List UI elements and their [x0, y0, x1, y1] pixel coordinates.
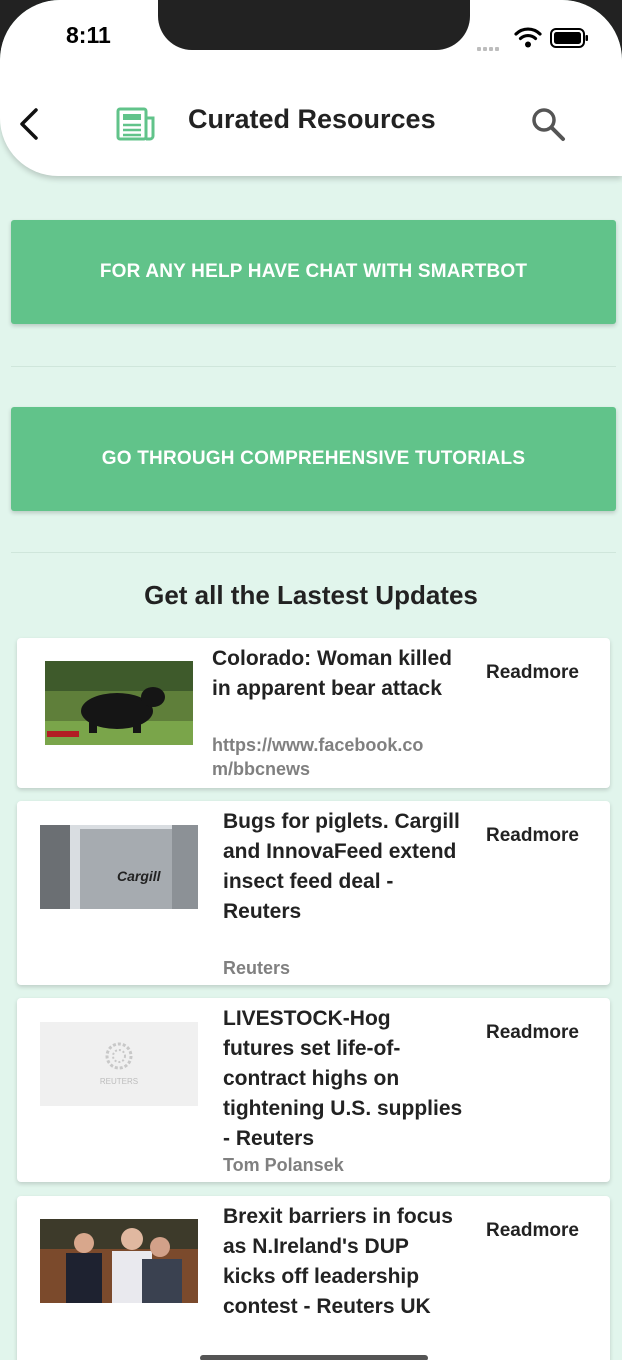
home-indicator: [200, 1355, 428, 1360]
divider: [11, 366, 616, 367]
wifi-icon: [514, 27, 542, 48]
thumbnail-caption: Cargill: [117, 868, 162, 884]
cellular-signal-icon: [477, 38, 501, 56]
bear-photo-thumbnail: [45, 661, 193, 745]
tutorials-button[interactable]: GO THROUGH COMPREHENSIVE TUTORIALS: [11, 407, 616, 511]
news-source: Tom Polansek: [223, 1155, 344, 1175]
cargill-building-thumbnail: Cargill: [40, 825, 198, 909]
readmore-link[interactable]: Readmore: [486, 662, 579, 684]
news-headline[interactable]: Bugs for piglets. Cargill and InnovaFeed…: [223, 807, 463, 927]
chat-smartbot-button[interactable]: FOR ANY HELP HAVE CHAT WITH SMARTBOT: [11, 220, 616, 324]
people-photo-thumbnail: [40, 1219, 198, 1303]
news-card[interactable]: Cargill Bugs for piglets. Cargill and In…: [17, 801, 610, 985]
page-title: Curated Resources: [188, 104, 436, 134]
readmore-link[interactable]: Readmore: [486, 1220, 579, 1242]
readmore-link[interactable]: Readmore: [486, 825, 579, 847]
status-time: 8:11: [66, 22, 111, 48]
news-headline[interactable]: LIVESTOCK-Hog futures set life-of-contra…: [223, 1004, 463, 1154]
news-card[interactable]: Colorado: Woman killed in apparent bear …: [17, 638, 610, 788]
back-arrow-icon[interactable]: [16, 106, 46, 142]
readmore-link[interactable]: Readmore: [486, 1022, 579, 1044]
news-headline[interactable]: Colorado: Woman killed in apparent bear …: [212, 644, 452, 704]
device-notch: [158, 0, 470, 50]
section-title: Get all the Lastest Updates: [144, 580, 478, 610]
search-icon[interactable]: [530, 106, 566, 142]
reuters-logo-thumbnail: REUTERS: [40, 1022, 198, 1106]
battery-icon: [550, 28, 588, 48]
news-source: https://www.facebook.com/bbcnews: [212, 735, 424, 779]
news-card[interactable]: Brexit barriers in focus as N.Ireland's …: [17, 1196, 610, 1360]
phone-screen: 8:11 Curated Resources FOR ANY HELP HAVE…: [0, 0, 622, 1360]
news-source: Reuters: [223, 958, 291, 978]
news-headline[interactable]: Brexit barriers in focus as N.Ireland's …: [223, 1202, 463, 1322]
thumbnail-caption: REUTERS: [100, 1077, 138, 1086]
app-header: 8:11 Curated Resources: [0, 0, 622, 176]
divider: [11, 552, 616, 553]
news-card[interactable]: REUTERS LIVESTOCK-Hog futures set life-o…: [17, 998, 610, 1182]
newspaper-icon: [116, 107, 155, 141]
